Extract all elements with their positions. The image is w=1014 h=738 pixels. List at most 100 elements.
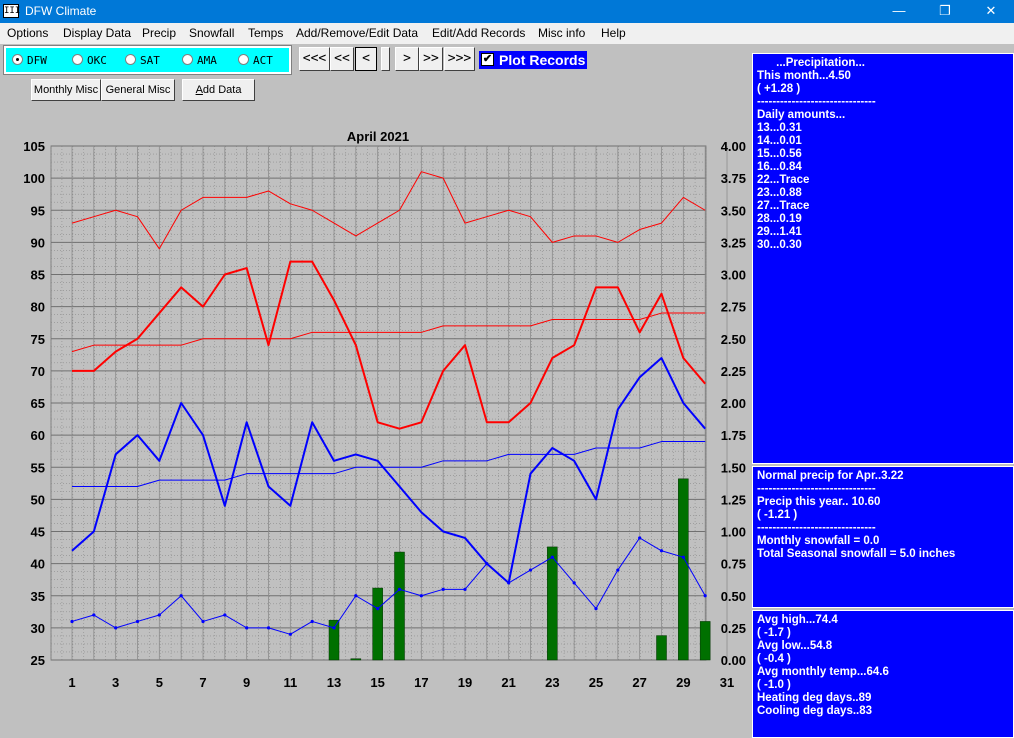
series-point	[288, 632, 292, 636]
y-tick-label: 45	[31, 525, 45, 540]
plot-records-toggle[interactable]: ✔ Plot Records	[479, 51, 587, 69]
y-tick-label: 70	[31, 364, 45, 379]
x-tick-label: 7	[199, 675, 206, 690]
precip-line: 22...Trace	[757, 174, 810, 186]
precip-line: 14...0.01	[757, 135, 802, 147]
station-dfw[interactable]: DFW	[12, 54, 47, 68]
series-point	[223, 613, 227, 617]
precip-bar	[394, 551, 405, 661]
x-tick-label: 19	[458, 675, 472, 690]
station-okc[interactable]: OKC	[72, 54, 107, 68]
y-tick-label: 100	[23, 171, 45, 186]
precip-line: ( +1.28 )	[757, 83, 801, 95]
series-point	[332, 626, 336, 630]
menu-options[interactable]: Options	[7, 26, 48, 40]
menu-display-data[interactable]: Display Data	[63, 26, 131, 40]
temps-line: ( -1.0 )	[757, 679, 791, 691]
series-point	[266, 626, 271, 630]
nav-back-button[interactable]: <	[355, 47, 377, 71]
menu-snowfall[interactable]: Snowfall	[189, 26, 234, 40]
nav-forward-year-button[interactable]: >>>	[444, 47, 475, 71]
close-button[interactable]: ✕	[968, 0, 1014, 23]
minimize-button[interactable]: —	[876, 0, 922, 23]
precip-line: 29...1.41	[757, 226, 802, 238]
y2-tick-label: 1.50	[721, 460, 746, 475]
x-tick-label: 21	[501, 675, 515, 690]
menu-help[interactable]: Help	[601, 26, 626, 40]
y2-tick-label: 2.00	[721, 396, 746, 411]
y-tick-label: 60	[31, 428, 45, 443]
y-tick-label: 75	[31, 332, 45, 347]
y-tick-label: 40	[31, 557, 45, 572]
precip-bar	[350, 658, 362, 661]
precip-line: 15...0.56	[757, 148, 802, 160]
y2-tick-label: 3.00	[721, 268, 746, 283]
menu-temps[interactable]: Temps	[248, 26, 283, 40]
series-point	[310, 619, 314, 624]
series-point	[354, 594, 358, 598]
x-tick-label: 9	[243, 675, 250, 690]
series-point	[681, 555, 685, 559]
menu-edit-add-records[interactable]: Edit/Add Records	[432, 26, 525, 40]
radio-icon	[12, 54, 23, 65]
restore-button[interactable]: ❐	[922, 0, 968, 23]
y2-tick-label: 3.75	[721, 171, 746, 186]
monthly-misc-button[interactable]: Monthly Misc	[31, 79, 101, 101]
series-point	[703, 594, 707, 598]
y-tick-label: 90	[31, 235, 45, 250]
y2-tick-label: 2.25	[721, 364, 746, 379]
series-point	[507, 581, 511, 585]
y2-tick-label: 3.50	[721, 203, 746, 218]
radio-icon	[72, 54, 83, 65]
normals-line: -------------------------------	[757, 522, 876, 534]
nav-back-year-button[interactable]: <<<	[299, 47, 330, 71]
precip-line: 27...Trace	[757, 200, 810, 212]
normals-line: Monthly snowfall = 0.0	[757, 535, 880, 547]
y-tick-label: 50	[31, 492, 45, 507]
series-point	[572, 581, 576, 585]
y2-tick-label: 2.75	[721, 300, 746, 315]
precip-bar	[328, 619, 340, 661]
precip-line: -------------------------------	[757, 96, 876, 108]
x-tick-label: 13	[327, 675, 341, 690]
nav-spacer-button[interactable]	[381, 47, 390, 71]
add-data-button[interactable]: Add Data	[182, 79, 255, 101]
x-tick-label: 31	[720, 675, 734, 690]
series-point	[659, 549, 664, 553]
series-point	[397, 587, 402, 591]
nav-back-fast-button[interactable]: <<	[330, 47, 354, 71]
temps-line: Avg high...74.4	[757, 614, 838, 626]
series-point	[638, 536, 642, 540]
station-label: SAT	[140, 54, 160, 67]
menu-bar: Options Display Data Precip Snowfall Tem…	[0, 23, 1014, 44]
menu-misc-info[interactable]: Misc info	[538, 26, 585, 40]
y2-tick-label: 0.50	[721, 589, 746, 604]
station-sat[interactable]: SAT	[125, 54, 160, 68]
series-point	[616, 568, 620, 572]
y-tick-label: 25	[31, 653, 45, 668]
station-act[interactable]: ACT	[238, 54, 273, 68]
menu-add-remove-edit-data[interactable]: Add/Remove/Edit Data	[296, 26, 418, 40]
y-tick-label: 105	[23, 139, 45, 154]
normals-line: Total Seasonal snowfall = 5.0 inches	[757, 548, 956, 560]
precipitation-panel: ...Precipitation... This month...4.50 ( …	[752, 53, 1014, 464]
nav-forward-fast-button[interactable]: >>	[419, 47, 443, 71]
y2-tick-label: 4.00	[721, 139, 746, 154]
series-point	[528, 568, 533, 572]
precip-bar	[547, 546, 558, 661]
y-tick-label: 30	[31, 621, 45, 636]
menu-precip[interactable]: Precip	[142, 26, 176, 40]
x-tick-label: 27	[632, 675, 646, 690]
y2-tick-label: 0.75	[721, 557, 746, 572]
add-data-label: dd Data	[202, 84, 242, 96]
x-tick-label: 1	[68, 675, 75, 690]
nav-forward-button[interactable]: >	[395, 47, 419, 71]
series-point	[135, 619, 140, 624]
general-misc-button[interactable]: General Misc	[101, 79, 175, 101]
temps-line: ( -1.7 )	[757, 627, 791, 639]
station-ama[interactable]: AMA	[182, 54, 217, 68]
precip-line: This month...4.50	[757, 70, 851, 82]
series-point	[441, 587, 445, 591]
x-tick-label: 23	[545, 675, 559, 690]
normals-line: -------------------------------	[757, 483, 876, 495]
